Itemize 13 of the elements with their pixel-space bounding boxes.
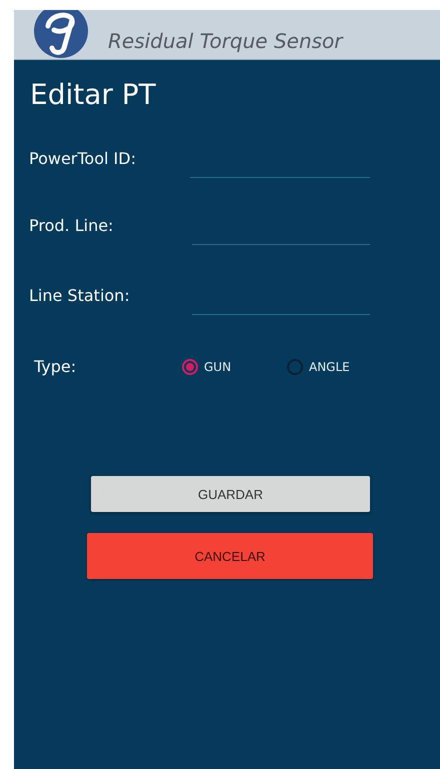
radio-icon[interactable]: [182, 358, 198, 374]
save-button[interactable]: GUARDAR: [91, 476, 370, 512]
app-title: Residual Torque Sensor: [108, 28, 343, 52]
radio-icon[interactable]: [287, 358, 303, 374]
type-label: Type:: [34, 357, 78, 376]
radio-option[interactable]: GUN: [182, 358, 287, 374]
field-label: Line Station:: [28, 286, 131, 307]
page-title: Editar PT: [30, 78, 156, 111]
radio-option[interactable]: ANGLE: [287, 358, 392, 374]
cancel-button[interactable]: CANCELAR: [87, 533, 373, 579]
logo-icon: [34, 10, 88, 58]
field-label: Prod. Line:: [28, 216, 114, 237]
field-label: PowerTool ID:: [28, 149, 137, 170]
